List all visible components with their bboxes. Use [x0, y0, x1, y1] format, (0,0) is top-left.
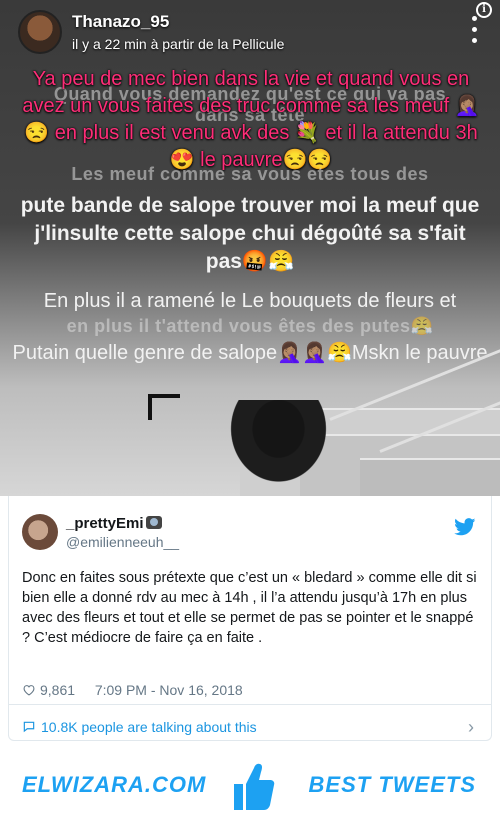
tweet-text: Donc en faites sous prétexte que c’est u…	[22, 570, 477, 646]
white-caption: En plus il a ramené le Le bouquets de fl…	[43, 290, 457, 312]
snap-username: Thanazo_95	[72, 12, 170, 31]
author-name-text: _prettyEmi	[66, 515, 144, 532]
info-icon[interactable]: i	[476, 2, 492, 18]
snapchat-screenshot: Thanazo_95 il y a 22 min à partir de la …	[0, 0, 500, 496]
divider	[8, 704, 492, 705]
tagline: BEST TWEETS	[308, 772, 476, 797]
tweet-author-handle[interactable]: @emilienneeuh__	[66, 534, 179, 550]
bracket-shape	[148, 394, 180, 420]
heart-icon[interactable]	[22, 684, 36, 696]
tweet-author-name[interactable]: _prettyEmi	[66, 515, 162, 532]
twitter-bird-icon[interactable]	[454, 518, 476, 536]
camera-icon	[145, 516, 162, 529]
snap-timestamp: il y a 22 min à partir de la Pellicule	[72, 36, 285, 52]
background-photo	[0, 346, 500, 496]
more-options-icon[interactable]	[470, 16, 478, 46]
thumbs-up-icon	[234, 763, 275, 810]
site-name[interactable]: ELWIZARA.COM	[22, 772, 206, 798]
faded-caption: Les meuf comme sa vous etes tous des	[71, 164, 429, 184]
white-caption: pute bande de salope trouver moi la meuf…	[20, 194, 480, 273]
white-caption: Putain quelle genre de salope🤦🏽‍♀️🤦🏽‍♀️😤…	[12, 342, 488, 364]
tweet-meta: 9,861 7:09 PM - Nov 16, 2018	[22, 682, 243, 698]
like-count[interactable]: 9,861	[40, 682, 75, 698]
snap-header: Thanazo_95 il y a 22 min à partir de la …	[0, 0, 500, 62]
faded-caption: en plus il t'attend vous êtes des putes😤	[66, 316, 434, 336]
conversation-link[interactable]: 10.8K people are talking about this	[22, 719, 257, 735]
person-figure	[218, 400, 328, 496]
avatar[interactable]	[22, 514, 58, 550]
avatar	[18, 10, 62, 54]
speech-bubble-icon	[23, 721, 35, 733]
brand-footer: ELWIZARA.COM BEST TWEETS	[0, 754, 500, 818]
pink-caption: Ya peu de mec bien dans la vie et quand …	[22, 68, 480, 171]
conversation-text: 10.8K people are talking about this	[41, 719, 257, 735]
tweet-timestamp[interactable]: 7:09 PM - Nov 16, 2018	[95, 682, 243, 698]
